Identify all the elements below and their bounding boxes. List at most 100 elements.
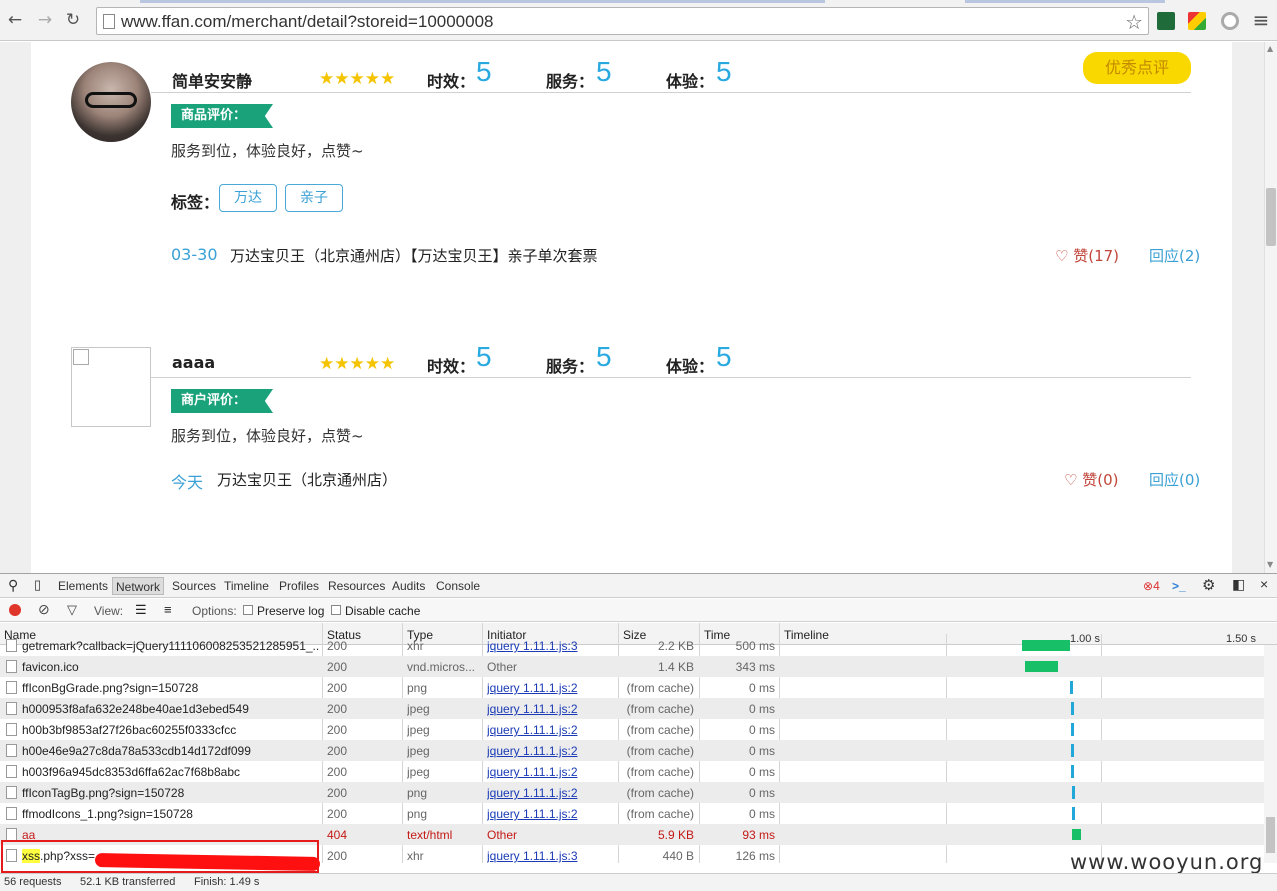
dock-icon[interactable]: ◧: [1232, 576, 1245, 593]
url-text[interactable]: www.ffan.com/merchant/detail?storeid=100…: [121, 12, 494, 32]
tab-sources[interactable]: Sources: [172, 579, 216, 593]
like-button[interactable]: ♡ 赞(0): [1064, 469, 1118, 490]
score-value-timeliness: 5: [476, 341, 492, 372]
request-name[interactable]: h00b3bf9853af27f26bac60255f0333cfcc: [22, 723, 320, 737]
broken-image-icon: [73, 349, 89, 365]
network-toolbar: ⊘ ▽ View: ☰ ≡ Options: Preserve log Disa…: [0, 599, 1277, 622]
reply-button[interactable]: 回应(2): [1149, 245, 1200, 266]
file-icon: [6, 786, 17, 799]
tab-console[interactable]: Console: [436, 579, 480, 593]
tab-audits[interactable]: Audits: [392, 579, 425, 593]
request-type: text/html: [407, 828, 453, 842]
scroll-down-icon[interactable]: ▼: [1267, 560, 1273, 569]
request-initiator[interactable]: jquery 1.11.1.js:2: [487, 765, 615, 779]
request-initiator[interactable]: jquery 1.11.1.js:2: [487, 723, 615, 737]
back-icon[interactable]: ←: [6, 11, 24, 29]
like-button[interactable]: ♡ 赞(17): [1055, 245, 1119, 266]
score-label-timeliness: 时效：: [427, 357, 476, 376]
file-icon: [6, 744, 17, 757]
network-row[interactable]: h00e46e9a27c8da78a533cdb14d172df099 200 jp…: [0, 740, 1264, 761]
extension-circle-icon[interactable]: [1221, 12, 1239, 30]
avatar[interactable]: [71, 62, 151, 142]
network-row[interactable]: h000953f8afa632e248be40ae1d3ebed549 200 jp…: [0, 698, 1264, 719]
web-page: 简单安安静 ★★★★★ 时效： 5 服务： 5 体验： 5 优秀点评 商品评价：…: [0, 42, 1264, 573]
request-type: png: [407, 786, 428, 800]
clear-icon[interactable]: ⊘: [38, 601, 50, 618]
tab-network[interactable]: Network: [112, 577, 165, 595]
filter-icon[interactable]: ▽: [67, 602, 77, 618]
request-name[interactable]: ffIconTagBg.png?sign=150728: [22, 786, 320, 800]
store-link[interactable]: 万达宝贝王（北京通州店）: [217, 469, 397, 490]
request-initiator[interactable]: jquery 1.11.1.js:3: [487, 639, 615, 653]
devtools-scrollbar[interactable]: [1264, 645, 1277, 863]
record-icon[interactable]: [9, 604, 21, 616]
address-bar[interactable]: www.ffan.com/merchant/detail?storeid=100…: [96, 7, 1149, 35]
timeline-bar: [1071, 765, 1075, 778]
console-drawer-icon[interactable]: >_: [1172, 579, 1186, 593]
avatar[interactable]: [71, 347, 151, 427]
timeline-bar: [1070, 723, 1074, 736]
error-badge[interactable]: ⊗4: [1143, 579, 1160, 593]
network-row[interactable]: h003f96a945dc8353d6ffa62ac7f68b8abc 200 jp…: [0, 761, 1264, 782]
request-size: (from cache): [626, 765, 694, 779]
request-initiator[interactable]: jquery 1.11.1.js:2: [487, 807, 615, 821]
disable-cache-checkbox[interactable]: [331, 605, 341, 615]
request-status: 200: [327, 849, 348, 863]
close-icon[interactable]: ×: [1260, 576, 1268, 592]
store-link[interactable]: 万达宝贝王（北京通州店）【万达宝贝王】亲子单次套票: [230, 245, 598, 266]
extension-h-icon[interactable]: [1157, 12, 1175, 30]
list-view-icon[interactable]: ☰: [135, 602, 147, 618]
page-scrollbar[interactable]: ▲ ▼: [1264, 42, 1277, 573]
tag-family[interactable]: 亲子: [285, 184, 343, 212]
request-name[interactable]: ffmodIcons_1.png?sign=150728: [22, 807, 320, 821]
request-name[interactable]: h00e46e9a27c8da78a533cdb14d172df099: [22, 744, 320, 758]
request-type: jpeg: [407, 702, 430, 716]
tab-elements[interactable]: Elements: [58, 579, 108, 593]
score-label-timeliness: 时效：: [427, 72, 476, 91]
preserve-log-checkbox[interactable]: [243, 605, 253, 615]
search-icon[interactable]: ⚲: [8, 577, 18, 594]
devtools-panel: ⚲ ▯ Elements Network Sources Timeline Pr…: [0, 573, 1277, 891]
overview-icon[interactable]: ≡: [164, 602, 172, 617]
network-row[interactable]: h00b3bf9853af27f26bac60255f0333cfcc 200 jp…: [0, 719, 1264, 740]
request-size: (from cache): [626, 702, 694, 716]
bookmark-star-icon[interactable]: ☆: [1125, 10, 1143, 34]
request-name[interactable]: getremark?callback=jQuery111106008253521…: [22, 639, 320, 653]
file-icon: [6, 660, 17, 673]
network-row[interactable]: ffmodIcons_1.png?sign=150728 200 png jquery…: [0, 803, 1264, 824]
tag-wanda[interactable]: 万达: [219, 184, 277, 212]
request-time: 500 ms: [735, 639, 775, 653]
network-row[interactable]: getremark?callback=jQuery111106008253521…: [0, 635, 1264, 656]
forward-icon[interactable]: →: [36, 11, 54, 29]
request-name[interactable]: h003f96a945dc8353d6ffa62ac7f68b8abc: [22, 765, 320, 779]
network-row[interactable]: ffIconTagBg.png?sign=150728 200 png jquery …: [0, 782, 1264, 803]
network-row[interactable]: ffIconBgGrade.png?sign=150728 200 png jquer…: [0, 677, 1264, 698]
tab-timeline[interactable]: Timeline: [224, 579, 269, 593]
request-initiator[interactable]: jquery 1.11.1.js:2: [487, 681, 615, 695]
menu-icon[interactable]: ≡: [1252, 10, 1270, 30]
tab-profiles[interactable]: Profiles: [279, 579, 319, 593]
request-time: 0 ms: [748, 765, 775, 779]
request-initiator[interactable]: jquery 1.11.1.js:2: [487, 786, 615, 800]
tab-resources[interactable]: Resources: [328, 579, 385, 593]
reload-icon[interactable]: ↻: [64, 11, 82, 29]
request-initiator[interactable]: jquery 1.11.1.js:3: [487, 849, 615, 863]
request-name[interactable]: ffIconBgGrade.png?sign=150728: [22, 681, 320, 695]
request-name[interactable]: favicon.ico: [22, 660, 320, 674]
heart-icon: ♡: [1064, 471, 1083, 489]
reply-button[interactable]: 回应(0): [1149, 469, 1200, 490]
request-initiator[interactable]: jquery 1.11.1.js:2: [487, 744, 615, 758]
review-comment: 服务到位，体验良好，点赞~: [171, 427, 364, 445]
scrollbar-thumb[interactable]: [1266, 188, 1276, 246]
device-mode-icon[interactable]: ▯: [34, 577, 41, 593]
scroll-up-icon[interactable]: ▲: [1267, 44, 1273, 53]
request-name[interactable]: h000953f8afa632e248be40ae1d3ebed549: [22, 702, 320, 716]
network-row[interactable]: favicon.ico 200 vnd.micros... Other 1.4 KB 34…: [0, 656, 1264, 677]
timeline-bar: [1071, 786, 1075, 799]
request-initiator[interactable]: jquery 1.11.1.js:2: [487, 702, 615, 716]
extension-download-icon[interactable]: [1188, 12, 1206, 30]
file-icon: [6, 723, 17, 736]
scrollbar-thumb[interactable]: [1266, 817, 1275, 853]
score-label-experience: 体验：: [666, 357, 715, 376]
settings-gear-icon[interactable]: ⚙: [1202, 576, 1215, 594]
